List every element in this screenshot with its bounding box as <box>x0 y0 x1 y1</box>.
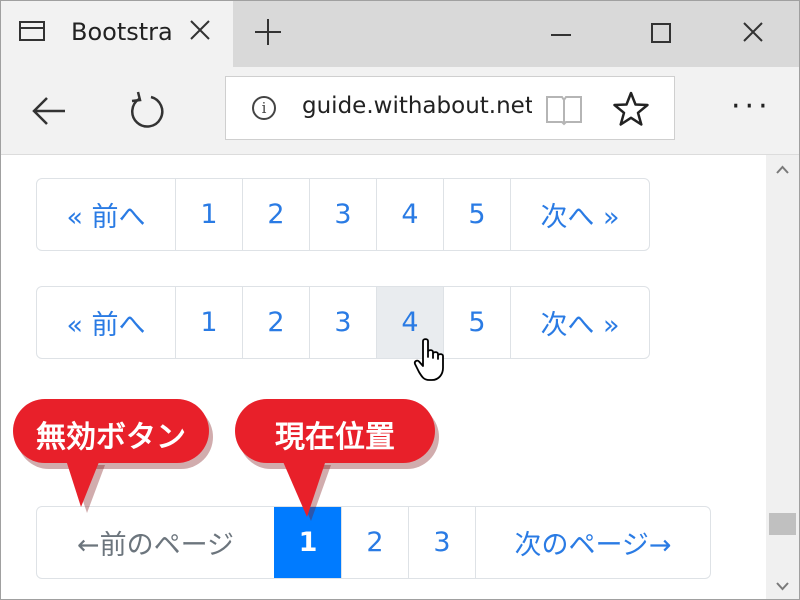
tab-bar: Bootstra <box>1 1 799 67</box>
page-link-1[interactable]: 1 <box>175 287 242 358</box>
scroll-thumb[interactable] <box>769 513 796 535</box>
pagination-hover: « 前へ 1 2 3 4 5 次へ » <box>36 286 650 359</box>
page-link-prev[interactable]: « 前へ <box>37 287 175 358</box>
callout-disabled: 無効ボタン <box>9 395 217 517</box>
info-icon[interactable]: i <box>252 96 276 120</box>
page-link-prev[interactable]: « 前へ <box>37 179 175 250</box>
page-icon <box>19 21 45 41</box>
tab-title: Bootstra <box>71 18 173 46</box>
address-bar[interactable]: i guide.withabout.net <box>225 76 675 140</box>
address-text[interactable]: guide.withabout.net <box>302 93 532 119</box>
vertical-scrollbar[interactable] <box>766 155 799 600</box>
close-icon[interactable] <box>187 17 213 43</box>
plus-icon[interactable] <box>253 17 283 47</box>
more-icon[interactable]: ··· <box>731 92 772 122</box>
navigation-bar: i guide.withabout.net ··· <box>1 67 799 155</box>
maximize-icon[interactable] <box>641 15 681 51</box>
hand-cursor-icon <box>413 338 444 381</box>
callout-disabled-text: 無効ボタン <box>36 420 186 455</box>
scroll-down-icon[interactable] <box>766 571 799 600</box>
page-link-2[interactable]: 2 <box>242 287 309 358</box>
browser-tab[interactable]: Bootstra <box>1 1 233 67</box>
page-link-2[interactable]: 2 <box>242 179 309 250</box>
browser-window: Bootstra i guide.withabout.net ··· « 前へ … <box>0 0 800 600</box>
page-link-4[interactable]: 4 <box>376 179 443 250</box>
minimize-icon[interactable] <box>541 15 581 51</box>
window-close-icon[interactable] <box>733 15 773 51</box>
back-arrow-icon[interactable] <box>27 89 71 133</box>
refresh-icon[interactable] <box>125 89 169 133</box>
page-link-next[interactable]: 次へ » <box>510 179 649 250</box>
page-link-5[interactable]: 5 <box>443 287 510 358</box>
page-link-next[interactable]: 次へ » <box>510 287 649 358</box>
page-link-next[interactable]: 次のページ→ <box>475 507 710 578</box>
page-link-3[interactable]: 3 <box>309 287 376 358</box>
scroll-up-icon[interactable] <box>766 155 799 185</box>
page-content: « 前へ 1 2 3 4 5 次へ » « 前へ 1 2 3 4 5 次へ » ←前のページ 1 2 3 次のペ… <box>1 155 766 599</box>
callout-current-text: 現在位置 <box>275 420 395 455</box>
callout-current: 現在位置 <box>231 395 443 525</box>
star-icon[interactable] <box>612 90 650 128</box>
pagination-basic: « 前へ 1 2 3 4 5 次へ » <box>36 178 650 251</box>
page-link-5[interactable]: 5 <box>443 179 510 250</box>
page-link-1[interactable]: 1 <box>175 179 242 250</box>
page-link-3[interactable]: 3 <box>309 179 376 250</box>
reading-view-icon[interactable] <box>544 92 584 126</box>
